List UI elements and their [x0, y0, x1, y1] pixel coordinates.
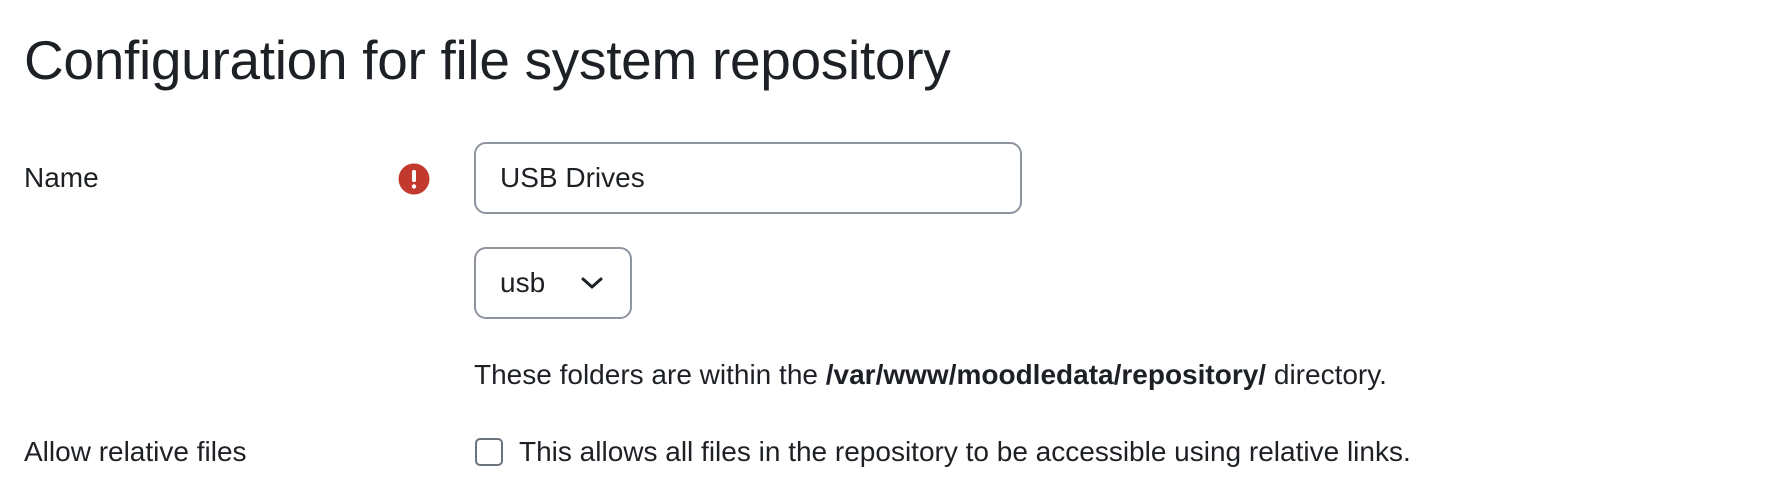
help-prefix: These folders are within the — [474, 359, 826, 390]
allow-relative-files-checkbox[interactable] — [475, 438, 503, 466]
page-title: Configuration for file system repository — [24, 29, 951, 91]
name-label: Name — [24, 162, 99, 193]
repository-path: /var/www/moodledata/repository/ — [825, 359, 1267, 390]
chevron-down-icon — [580, 274, 604, 292]
allow-relative-files-label: Allow relative files — [24, 436, 247, 467]
name-input[interactable] — [474, 142, 1022, 214]
folder-select[interactable]: usb — [474, 247, 632, 319]
allow-relative-files-description[interactable]: This allows all files in the repository … — [519, 434, 1411, 470]
folder-help-text: These folders are within the /var/www/mo… — [474, 357, 1387, 393]
required-icon — [398, 163, 430, 195]
folder-select-value: usb — [500, 267, 546, 298]
help-suffix: directory. — [1266, 359, 1387, 390]
